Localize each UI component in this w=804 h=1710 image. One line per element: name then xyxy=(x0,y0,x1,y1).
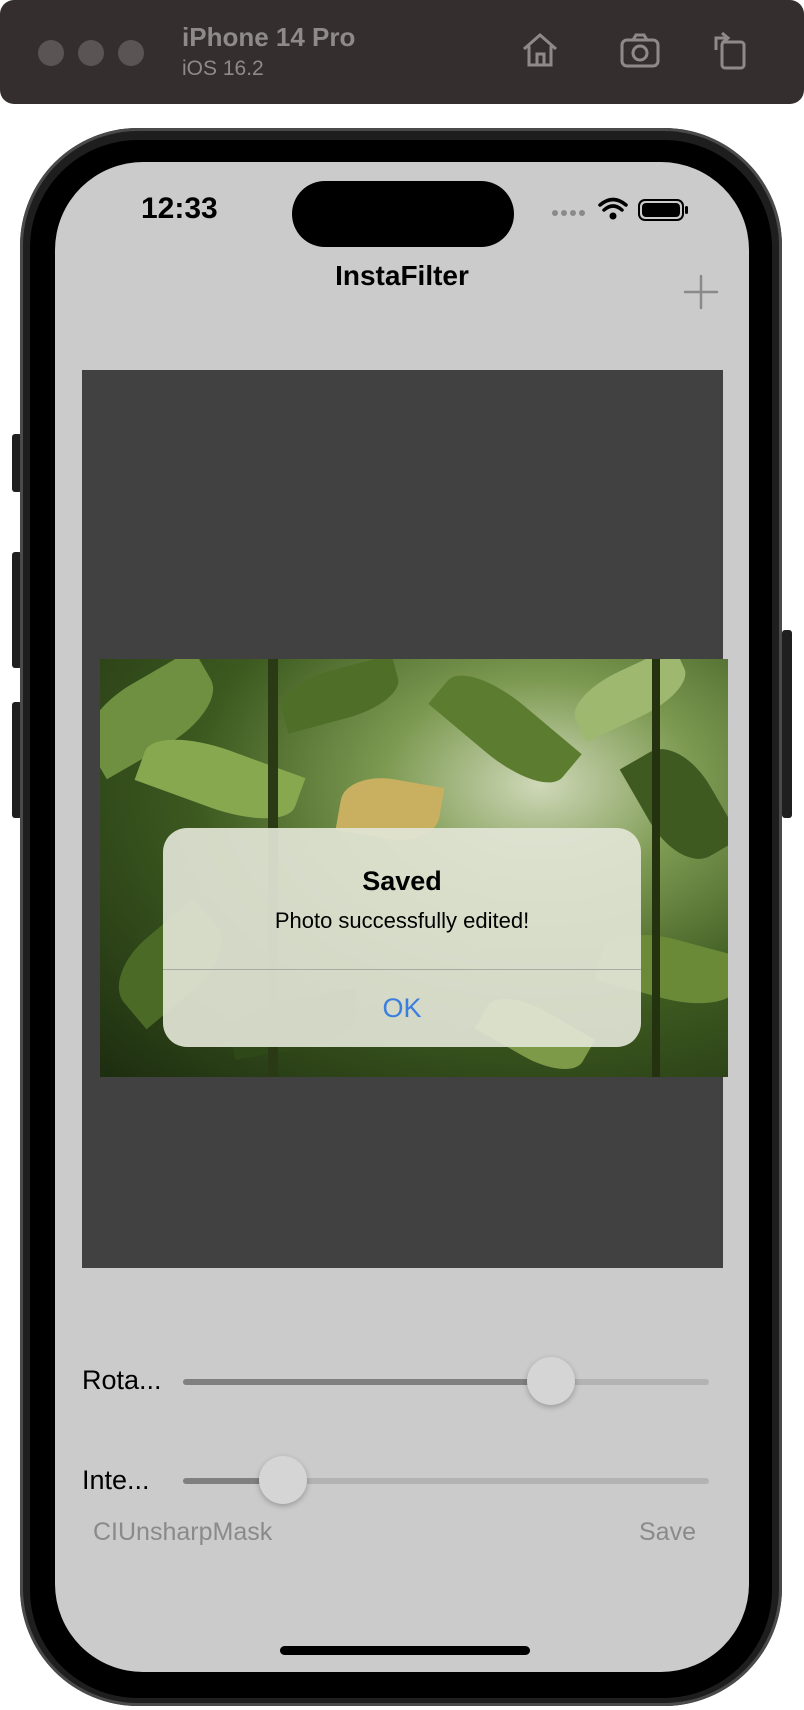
battery-icon xyxy=(638,199,688,221)
alert-title: Saved xyxy=(362,866,442,896)
intensity-slider-label: Inte... xyxy=(82,1465,150,1495)
window-minimize-button[interactable] xyxy=(78,40,104,66)
home-indicator xyxy=(280,1646,530,1655)
plus-icon[interactable] xyxy=(683,274,719,310)
alert-ok-button[interactable]: OK xyxy=(163,969,641,1047)
dynamic-island xyxy=(292,181,514,247)
status-icons xyxy=(552,197,688,221)
device-name: iPhone 14 Pro xyxy=(182,22,356,52)
window-close-button[interactable] xyxy=(38,40,64,66)
screenshot-icon[interactable] xyxy=(618,28,662,72)
save-button[interactable]: Save xyxy=(639,1518,696,1547)
radius-slider[interactable] xyxy=(183,1357,709,1405)
alert-message: Photo successfully edited! xyxy=(274,908,530,933)
os-version: iOS 16.2 xyxy=(182,57,264,80)
window-zoom-button[interactable] xyxy=(118,40,144,66)
status-time: 12:33 xyxy=(141,192,218,225)
rotate-icon[interactable] xyxy=(708,28,752,72)
radius-slider-thumb[interactable] xyxy=(527,1357,576,1405)
cellular-dots-icon xyxy=(552,210,585,216)
change-filter-button[interactable]: CIUnsharpMask xyxy=(93,1518,272,1547)
wifi-icon xyxy=(598,197,628,212)
simulator-title-bar: iPhone 14 Pro iOS 16.2 xyxy=(0,0,804,104)
radius-slider-label: Rota... xyxy=(82,1365,162,1395)
phone-screen: 12:33 InstaFilter Saved Photo successful… xyxy=(55,162,749,1672)
home-icon[interactable] xyxy=(518,28,562,72)
saved-alert-dialog: Saved Photo successfully edited! OK xyxy=(163,828,641,1047)
radius-slider-fill xyxy=(183,1379,552,1385)
nav-title: InstaFilter xyxy=(335,260,469,291)
intensity-slider-thumb[interactable] xyxy=(258,1456,307,1504)
intensity-slider[interactable] xyxy=(183,1456,709,1504)
power-button xyxy=(782,630,792,818)
